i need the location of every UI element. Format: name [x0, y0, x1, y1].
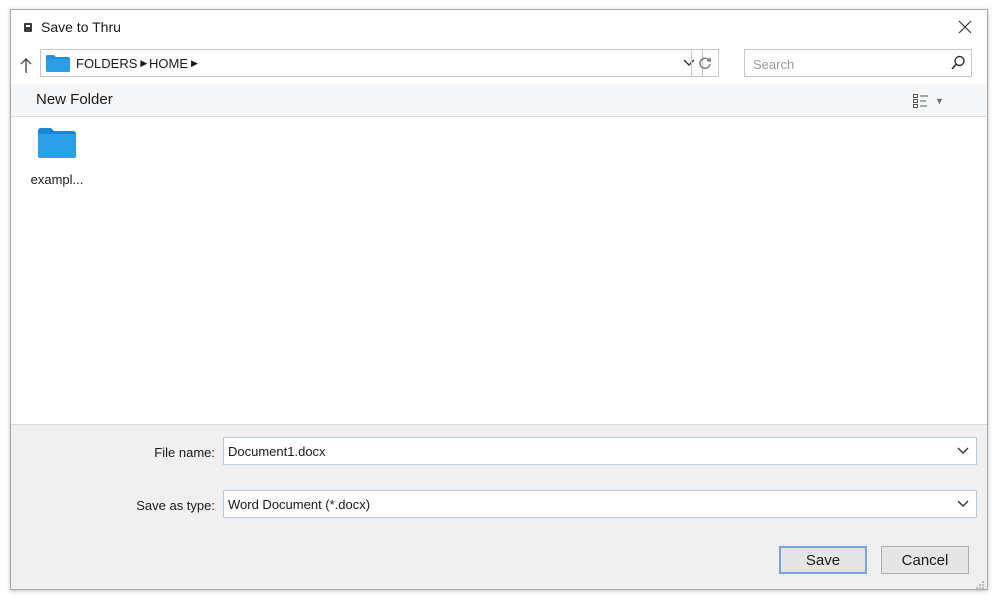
app-icon: [24, 23, 32, 32]
new-folder-button[interactable]: New Folder: [36, 91, 113, 108]
file-list-area[interactable]: exampl...: [11, 117, 987, 423]
toolbar: New Folder ▼: [11, 84, 987, 117]
file-name-value: Document1.docx: [228, 444, 326, 459]
close-button[interactable]: [951, 14, 979, 40]
chevron-down-icon: [957, 447, 969, 454]
save-options-panel: File name: Document1.docx Save as type: …: [11, 424, 987, 590]
search-box: [744, 49, 972, 77]
arrow-up-icon: [20, 58, 32, 73]
close-icon: [958, 20, 972, 34]
search-input[interactable]: [751, 54, 945, 74]
up-button[interactable]: [17, 55, 35, 77]
refresh-icon: [699, 57, 711, 69]
save-button[interactable]: Save: [779, 546, 867, 574]
breadcrumb-label: HOME: [149, 56, 188, 71]
breadcrumb-label: FOLDERS: [76, 56, 138, 71]
caret-down-icon: ▼: [935, 96, 944, 106]
folder-item[interactable]: exampl...: [27, 128, 87, 188]
save-as-type-dropdown-button[interactable]: [954, 495, 972, 513]
window-title: Save to Thru: [41, 19, 121, 35]
search-button[interactable]: [949, 54, 967, 72]
resize-grip-icon[interactable]: [975, 580, 985, 590]
view-options-button[interactable]: ▼: [913, 92, 947, 110]
file-name-field[interactable]: Document1.docx: [223, 437, 977, 465]
refresh-button[interactable]: [691, 49, 719, 77]
breadcrumb-folders[interactable]: FOLDERS ▶: [76, 56, 147, 71]
cancel-button[interactable]: Cancel: [881, 546, 969, 574]
list-view-icon: [913, 94, 928, 108]
search-icon: [951, 55, 965, 70]
folder-icon: [38, 128, 76, 158]
folder-name: exampl...: [30, 172, 84, 187]
save-as-type-label: Save as type:: [136, 498, 215, 513]
save-as-type-value: Word Document (*.docx): [228, 497, 371, 512]
file-name-label: File name:: [154, 445, 215, 460]
save-dialog: Save to Thru FOLDERS ▶ HOME ▶ Search New…: [10, 9, 988, 590]
chevron-down-icon: [957, 500, 969, 507]
save-as-type-select[interactable]: Word Document (*.docx): [223, 490, 977, 518]
breadcrumb-arrow-icon: ▶: [140, 58, 148, 68]
folder-icon: [46, 55, 70, 72]
file-name-dropdown-button[interactable]: [954, 442, 972, 460]
breadcrumb-home[interactable]: HOME ▶: [149, 56, 198, 71]
title-bar: Save to Thru: [11, 10, 987, 44]
address-bar[interactable]: FOLDERS ▶ HOME ▶: [40, 49, 703, 77]
breadcrumb-arrow-icon: ▶: [191, 58, 198, 68]
